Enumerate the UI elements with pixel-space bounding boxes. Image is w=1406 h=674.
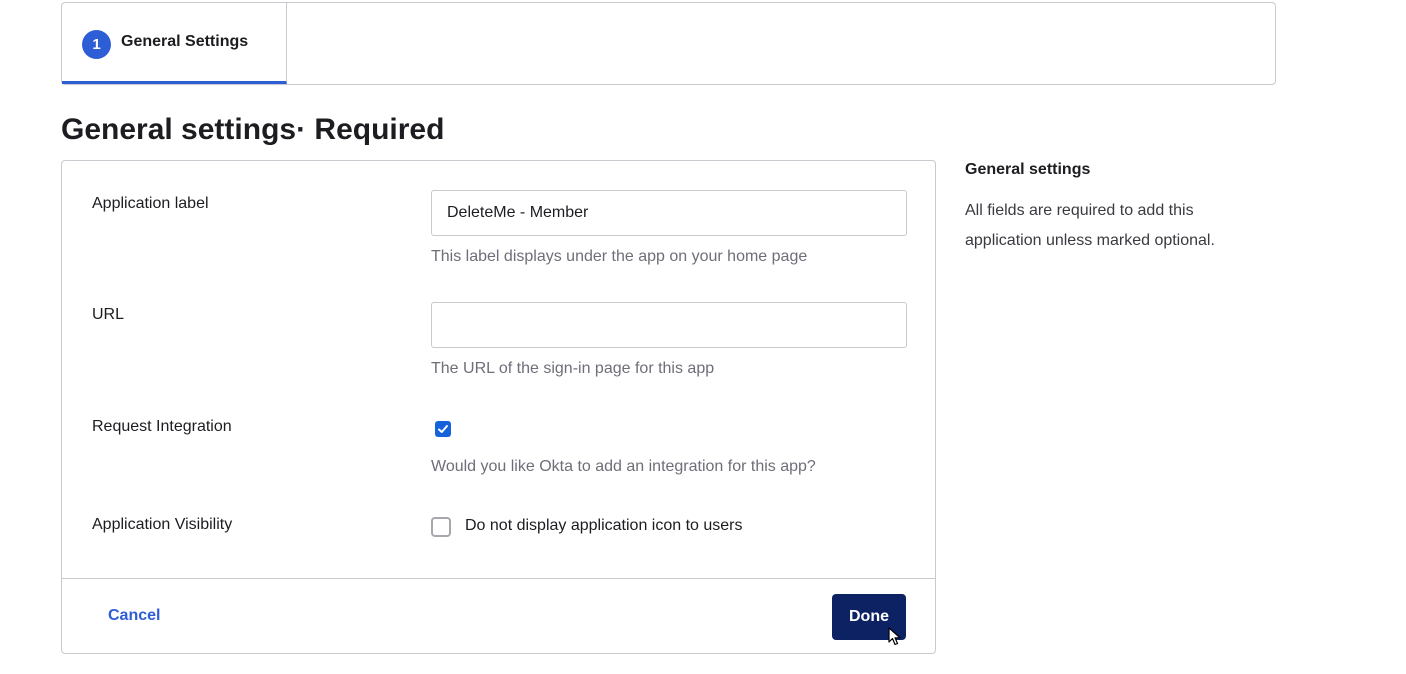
- request-integration-checkbox[interactable]: [435, 421, 451, 437]
- app-label-field-label: Application label: [92, 195, 209, 212]
- request-integration-label: Request Integration: [92, 418, 232, 435]
- wizard-stepper: 1 General Settings: [61, 2, 1276, 85]
- form-footer: Cancel Done: [62, 578, 935, 653]
- app-label-hint: This label displays under the app on you…: [431, 248, 808, 265]
- checkmark-icon: [438, 425, 448, 433]
- cancel-button[interactable]: Cancel: [108, 607, 160, 625]
- step-number-badge: 1: [82, 30, 111, 59]
- side-panel-title: General settings: [965, 161, 1091, 178]
- app-label-input[interactable]: [431, 190, 907, 236]
- hide-app-icon-checkbox[interactable]: [431, 517, 451, 537]
- request-integration-hint: Would you like Okta to add an integratio…: [431, 458, 816, 475]
- mouse-pointer-icon: [888, 627, 901, 646]
- side-panel-text: All fields are required to add this appl…: [965, 202, 1215, 249]
- step-general-settings[interactable]: 1 General Settings: [62, 3, 287, 84]
- url-hint: The URL of the sign-in page for this app: [431, 360, 715, 377]
- url-field-label: URL: [92, 306, 125, 323]
- hide-app-icon-option-label[interactable]: Do not display application icon to users: [465, 517, 743, 535]
- page-title: General settings· Required: [61, 113, 445, 146]
- step-label: General Settings: [121, 33, 249, 50]
- general-settings-form: Application label This label displays un…: [61, 160, 936, 654]
- app-visibility-label: Application Visibility: [92, 516, 233, 533]
- url-input[interactable]: [431, 302, 907, 348]
